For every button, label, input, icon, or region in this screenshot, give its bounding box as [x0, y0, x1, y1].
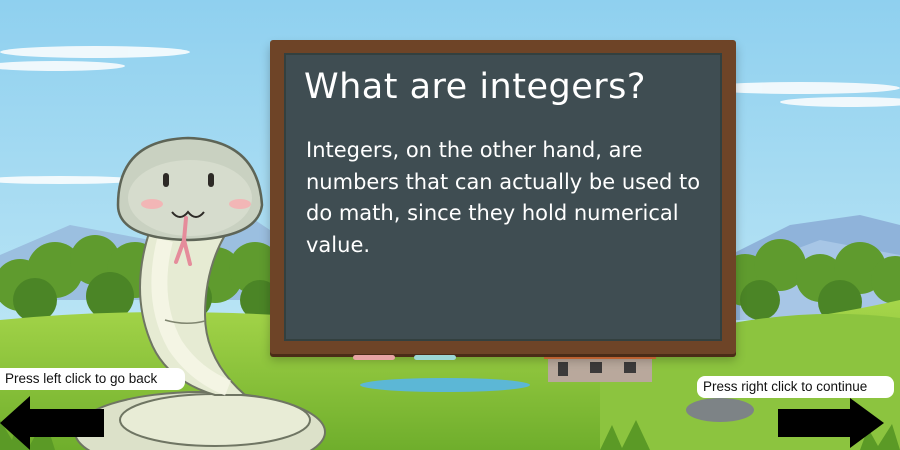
back-hint-label: Press left click to go back [0, 368, 185, 390]
lesson-title: What are integers? [304, 67, 646, 107]
rock [686, 398, 754, 422]
chalkboard-surface: What are integers? Integers, on the othe… [284, 53, 722, 341]
continue-hint-label: Press right click to continue [697, 376, 894, 398]
chalk-piece-pink [353, 355, 395, 360]
chalkboard: What are integers? Integers, on the othe… [270, 40, 736, 360]
arrow-left-icon[interactable] [0, 396, 104, 450]
chalk-piece-cyan [414, 355, 456, 360]
lesson-body: Integers, on the other hand, are numbers… [306, 138, 701, 257]
pond [360, 378, 530, 392]
arrow-right-icon[interactable] [778, 398, 884, 448]
small-house [544, 352, 656, 382]
